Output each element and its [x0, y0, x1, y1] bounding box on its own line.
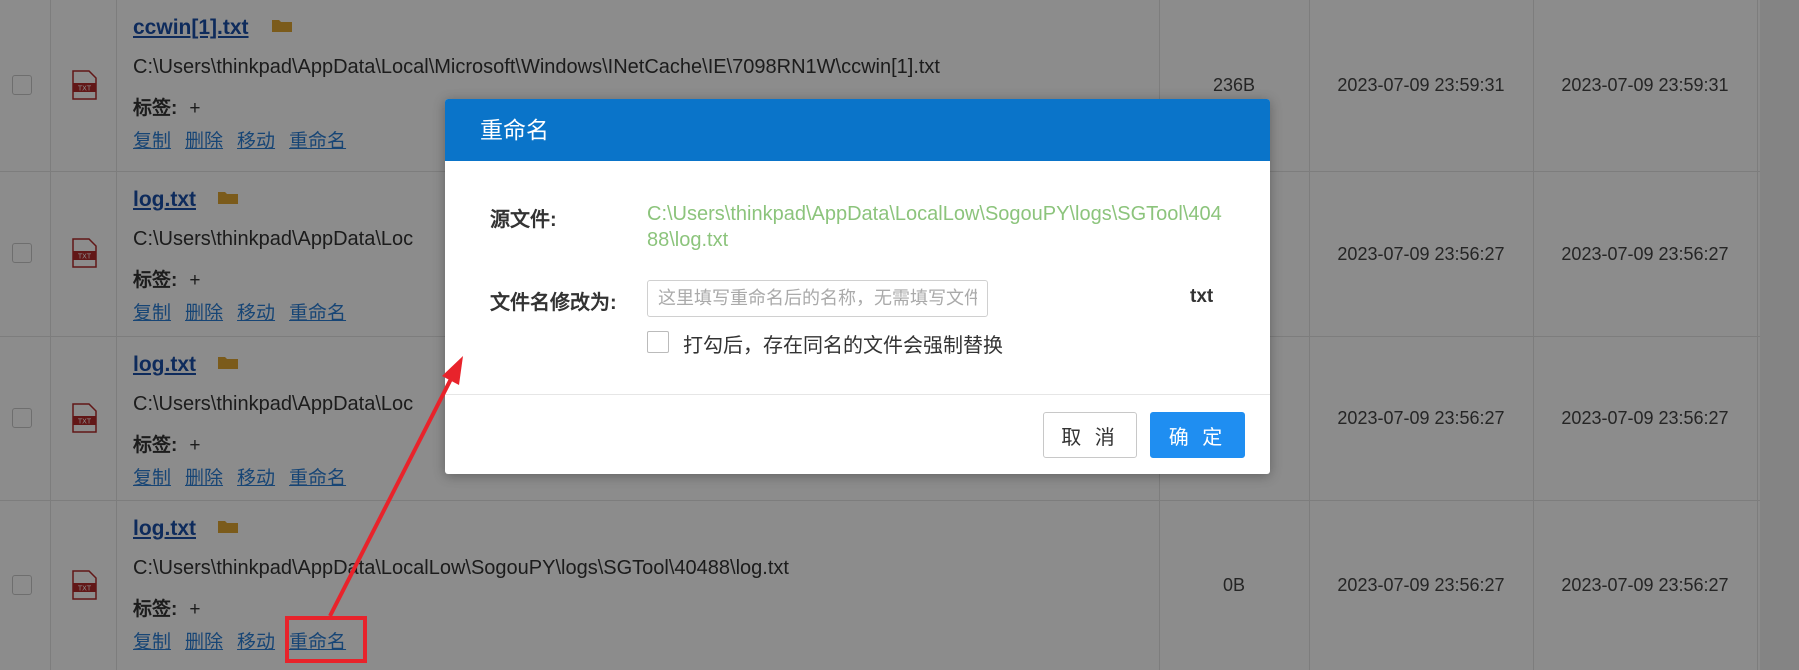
new-name-input[interactable]: [647, 280, 988, 317]
cancel-button[interactable]: 取 消: [1043, 412, 1137, 458]
rename-highlight-box: [285, 616, 367, 663]
force-replace-checkbox[interactable]: [647, 331, 669, 353]
rename-to-label: 文件名修改为:: [490, 292, 617, 314]
dialog-footer: 取 消 确 定: [445, 394, 1270, 474]
dialog-title: 重命名: [445, 99, 1270, 161]
extension-label: txt: [1190, 286, 1214, 307]
force-replace-label[interactable]: 打勾后，存在同名的文件会强制替换: [683, 329, 1003, 358]
rename-dialog: 重命名 源文件: C:\Users\thinkpad\AppData\Local…: [445, 99, 1270, 474]
source-file-label: 源文件:: [490, 209, 557, 231]
confirm-button[interactable]: 确 定: [1150, 412, 1245, 458]
source-file-path: C:\Users\thinkpad\AppData\LocalLow\Sogou…: [647, 203, 1222, 251]
